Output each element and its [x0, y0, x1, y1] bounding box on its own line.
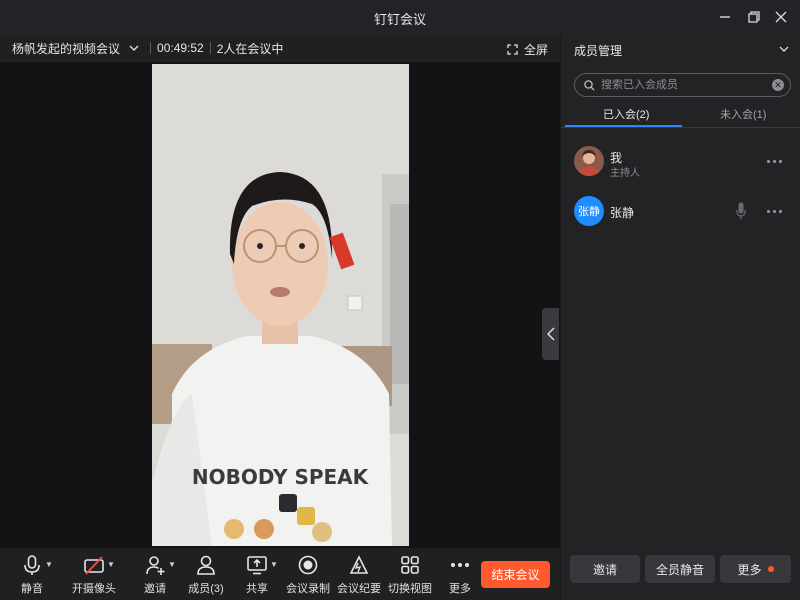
- chevron-down-icon[interactable]: [778, 42, 790, 60]
- invite-label: 邀请: [144, 583, 166, 595]
- tab-joined[interactable]: 已入会(2): [603, 106, 649, 122]
- record-button[interactable]: 会议录制: [283, 554, 333, 598]
- minutes-button[interactable]: 会议纪要: [334, 554, 384, 598]
- member-role: 主持人: [610, 168, 640, 179]
- meeting-toolbar: 静音 ▼ 开摄像头 ▼ 邀请 ▼ 成员(3) 共享 ▼ 会议录制 会议纪要 切换…: [0, 548, 560, 600]
- meeting-area: 杨帆发起的视频会议 00:49:52 2人在会议中 全屏 NOBODY SPEA…: [0, 34, 560, 600]
- camera-options-caret-icon[interactable]: ▼: [107, 560, 115, 569]
- fullscreen-icon: [507, 44, 518, 55]
- person-icon: [197, 555, 215, 575]
- clear-search-icon[interactable]: ✕: [772, 79, 784, 91]
- share-label: 共享: [246, 583, 268, 595]
- switch-view-button[interactable]: 切换视图: [385, 554, 435, 598]
- mute-label: 静音: [21, 583, 43, 595]
- notification-dot: [767, 566, 774, 572]
- video-frame: NOBODY SPEAK: [152, 64, 409, 546]
- member-name: 张静: [610, 206, 635, 220]
- participant-video[interactable]: NOBODY SPEAK: [152, 64, 409, 546]
- avatar: [574, 146, 604, 176]
- member-more-icon[interactable]: [767, 210, 782, 213]
- collapse-panel-button[interactable]: [542, 308, 559, 360]
- more-dots-icon: [451, 563, 469, 567]
- member-more-icon[interactable]: [767, 160, 782, 163]
- member-row[interactable]: 张静 张静: [561, 196, 800, 230]
- member-panel: 成员管理 ✕ 已入会(2) 未入会(1) 我 主持人 张静 张静 邀请 全员静音…: [561, 34, 800, 600]
- meeting-name[interactable]: 杨帆发起的视频会议: [12, 40, 120, 57]
- member-row[interactable]: 我 主持人: [561, 146, 800, 180]
- record-icon: [298, 555, 318, 575]
- meeting-duration: 00:49:52: [157, 41, 204, 55]
- screen-share-icon: [247, 556, 267, 575]
- window-title: 钉钉会议: [373, 12, 426, 27]
- panel-more-label: 更多: [737, 562, 762, 577]
- close-icon[interactable]: [772, 8, 790, 26]
- more-button[interactable]: 更多: [435, 554, 485, 598]
- member-tabs: 已入会(2) 未入会(1): [561, 104, 800, 128]
- avatar: 张静: [574, 196, 604, 226]
- invite-member-button[interactable]: 邀请: [570, 555, 640, 583]
- mic-icon[interactable]: [736, 202, 746, 225]
- restore-icon[interactable]: [745, 8, 763, 26]
- svg-text:NOBODY SPEAK: NOBODY SPEAK: [192, 465, 370, 489]
- more-label: 更多: [449, 583, 471, 595]
- grid-view-icon: [401, 556, 419, 574]
- active-tab-indicator: [565, 125, 682, 127]
- chevron-down-icon[interactable]: [128, 42, 140, 54]
- minimize-icon[interactable]: [716, 8, 734, 26]
- members-label: 成员(3): [188, 583, 224, 595]
- microphone-icon: [24, 555, 40, 575]
- panel-more-button[interactable]: 更多: [720, 555, 791, 583]
- switch-view-label: 切换视图: [388, 583, 432, 595]
- members-button[interactable]: 成员(3): [181, 554, 231, 598]
- fullscreen-label: 全屏: [523, 43, 548, 57]
- member-search-input[interactable]: [601, 79, 761, 91]
- tab-not-joined[interactable]: 未入会(1): [720, 106, 766, 122]
- camera-off-icon: [84, 556, 104, 575]
- meeting-info-bar: 杨帆发起的视频会议 00:49:52 2人在会议中 全屏: [0, 34, 560, 62]
- panel-title: 成员管理: [574, 44, 623, 58]
- record-label: 会议录制: [286, 583, 330, 595]
- search-icon: [584, 79, 595, 91]
- mute-all-button[interactable]: 全员静音: [645, 555, 715, 583]
- member-search: ✕: [574, 73, 791, 97]
- mic-options-caret-icon[interactable]: ▼: [45, 560, 53, 569]
- participants-count: 2人在会议中: [216, 41, 284, 56]
- share-options-caret-icon[interactable]: ▼: [270, 560, 278, 569]
- camera-label: 开摄像头: [72, 583, 116, 595]
- divider: [209, 42, 211, 54]
- ai-minutes-icon: [349, 555, 369, 574]
- chevron-left-icon: [546, 327, 555, 341]
- fullscreen-button[interactable]: 全屏: [507, 41, 548, 58]
- end-meeting-button[interactable]: 结束会议: [481, 561, 550, 588]
- video-area: NOBODY SPEAK 张静: [0, 62, 560, 571]
- divider: [150, 42, 152, 54]
- invite-options-caret-icon[interactable]: ▼: [168, 560, 176, 569]
- title-bar: 钉钉会议: [0, 0, 800, 34]
- add-person-icon: [146, 556, 165, 575]
- minutes-label: 会议纪要: [337, 583, 381, 595]
